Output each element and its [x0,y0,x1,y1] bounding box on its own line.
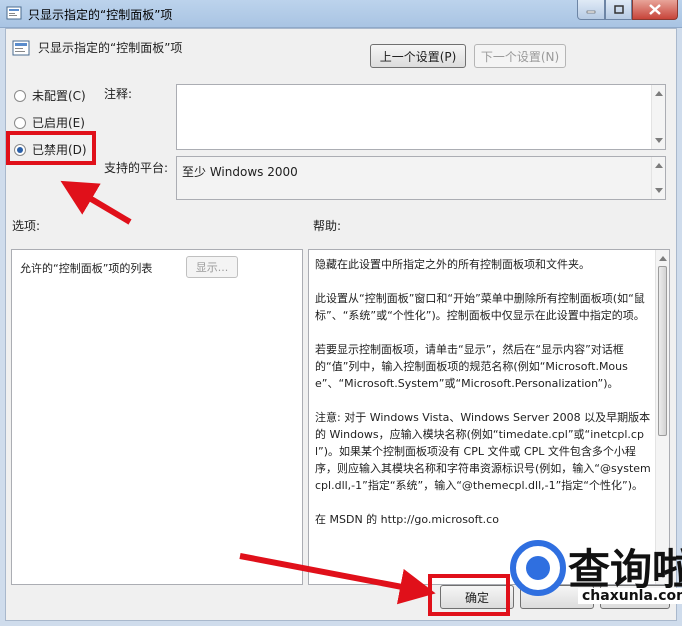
watermark-domain: chaxunla.com [578,588,682,604]
watermark-logo-icon [510,540,566,596]
annotation-arrows [60,180,436,605]
arrow-to-disabled [60,180,132,225]
arrow-to-ok [239,553,436,605]
watermark: 查询啦 chaxunla.com [508,536,682,622]
